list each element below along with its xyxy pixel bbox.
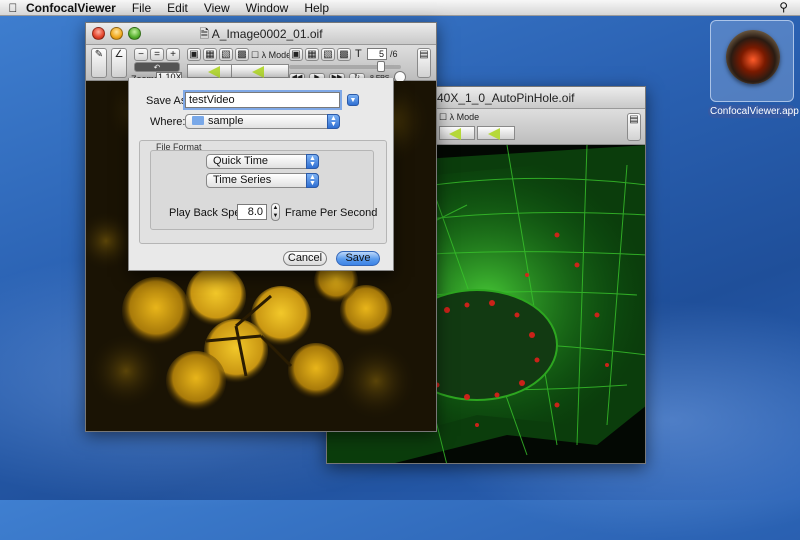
- next-channel-button[interactable]: [231, 64, 289, 78]
- pencil-tool-button[interactable]: ✎: [91, 48, 107, 78]
- save-button[interactable]: Save: [336, 251, 380, 266]
- menu-app-name[interactable]: ConfocalViewer: [26, 1, 116, 15]
- arrow-left-icon: [488, 128, 500, 140]
- inspector-button[interactable]: ▤: [627, 113, 641, 141]
- inspector-button[interactable]: ▤: [417, 48, 431, 78]
- frame-number-field[interactable]: 5: [367, 48, 387, 60]
- time-stack-button[interactable]: ▧: [321, 48, 335, 61]
- menu-help[interactable]: Help: [304, 1, 329, 15]
- window-title: A_Image0002_01.oif: [211, 27, 323, 41]
- frame-slider[interactable]: [289, 61, 401, 72]
- window-title: 40X_1_0_AutoPinHole.oif: [437, 91, 575, 105]
- popup-arrows-icon: ▲ ▼: [327, 114, 340, 129]
- time-single-button[interactable]: ▣: [289, 48, 303, 61]
- next-channel-button[interactable]: [477, 126, 515, 140]
- zoom-in-button[interactable]: +: [166, 48, 180, 61]
- apple-menu-icon[interactable]: : [0, 1, 26, 15]
- playback-speed-unit: Frame Per Second: [285, 207, 378, 219]
- expand-dialog-button[interactable]: ▼: [347, 94, 359, 106]
- frame-total-label: /6: [390, 49, 398, 59]
- close-icon[interactable]: [92, 27, 105, 40]
- lambda-mode-checkbox[interactable]: ☐ λ Mode: [251, 50, 291, 61]
- window-toolbar: ✎ ∠ − = + ↶ Zoom: 1.10X ▣ ▦ ▧ ▩ ☐ λ Mode…: [86, 45, 436, 84]
- type-popup[interactable]: Time Series ▲ ▼: [206, 173, 319, 188]
- arrow-left-icon: [252, 66, 264, 78]
- popup-arrows-icon: ▲ ▼: [306, 173, 319, 188]
- view-single-button[interactable]: ▣: [187, 48, 201, 61]
- type-value: Time Series: [213, 174, 272, 186]
- playback-speed-stepper[interactable]: ▲ ▼: [271, 203, 280, 221]
- popup-arrows-icon: ▲ ▼: [306, 154, 319, 169]
- zoom-icon[interactable]: [128, 27, 141, 40]
- line-tool-button[interactable]: ∠: [111, 48, 127, 78]
- format-value: Quick Time: [213, 155, 269, 167]
- arrow-left-icon: [208, 66, 220, 78]
- minimize-icon[interactable]: [110, 27, 123, 40]
- desktop-app-icon[interactable]: ConfocalViewer.app: [708, 18, 799, 118]
- cancel-button[interactable]: Cancel: [283, 251, 327, 266]
- camera-lens-icon: [726, 30, 780, 84]
- arrow-left-icon: [449, 128, 461, 140]
- time-label: T: [355, 48, 362, 60]
- document-icon: 🗎: [199, 27, 212, 41]
- save-video-sheet: Save As: testVideo ▼ Where: sample ▲ ▼ Fi…: [128, 78, 394, 271]
- menu-edit[interactable]: Edit: [167, 1, 188, 15]
- spotlight-search-icon[interactable]: ⚲: [779, 0, 788, 14]
- where-value: sample: [208, 115, 244, 127]
- lambda-mode-label: λ Mode: [261, 50, 292, 60]
- frame-slider-knob[interactable]: [377, 61, 385, 72]
- zoom-out-button[interactable]: −: [134, 48, 148, 61]
- save-as-input[interactable]: testVideo: [185, 92, 340, 108]
- time-grid-button[interactable]: ▦: [305, 48, 319, 61]
- view-grid-button[interactable]: ▦: [203, 48, 217, 61]
- menu-view[interactable]: View: [204, 1, 230, 15]
- where-label: Where:: [150, 116, 186, 128]
- desktop-icon-label: ConfocalViewer.app: [708, 105, 799, 118]
- view-stack-button[interactable]: ▧: [219, 48, 233, 61]
- where-popup[interactable]: sample ▲ ▼: [185, 114, 340, 129]
- prev-channel-button[interactable]: [439, 126, 475, 140]
- folder-icon: [192, 116, 204, 125]
- menu-window[interactable]: Window: [246, 1, 289, 15]
- save-as-label: Save As:: [146, 95, 190, 107]
- menu-bar:  ConfocalViewer File Edit View Window H…: [0, 0, 800, 16]
- view-3d-button[interactable]: ▩: [235, 48, 249, 61]
- pan-tool-button[interactable]: ↶: [134, 62, 180, 72]
- time-3d-button[interactable]: ▩: [337, 48, 351, 61]
- menu-file[interactable]: File: [132, 1, 151, 15]
- format-popup[interactable]: Quick Time ▲ ▼: [206, 154, 319, 169]
- zoom-reset-button[interactable]: =: [150, 48, 164, 61]
- window-titlebar[interactable]: 🗎 A_Image0002_01.oif: [86, 23, 436, 45]
- playback-speed-input[interactable]: 8.0: [237, 204, 267, 220]
- lambda-mode-checkbox[interactable]: ☐ λ Mode: [439, 112, 479, 123]
- lambda-mode-label: λ Mode: [449, 112, 480, 122]
